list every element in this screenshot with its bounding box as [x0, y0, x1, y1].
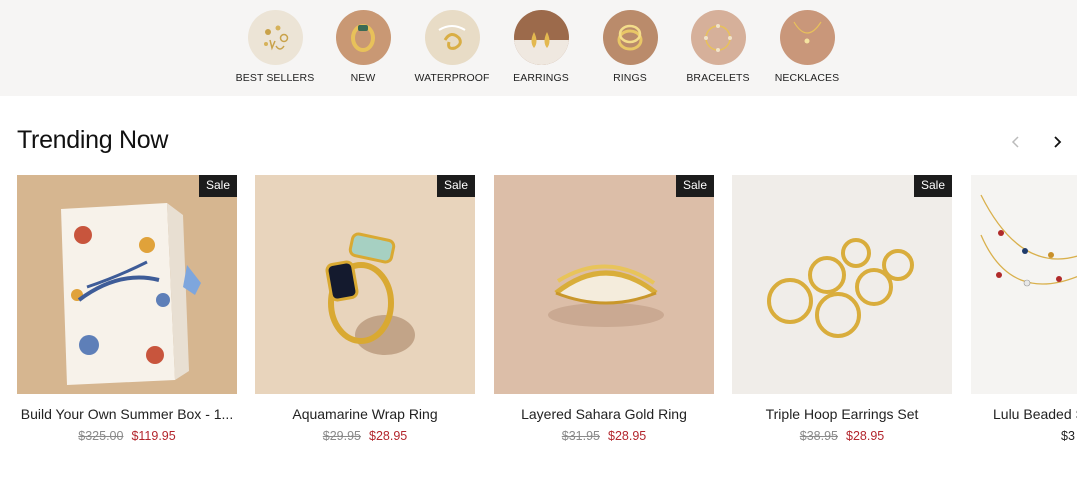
category-new[interactable]: NEW: [319, 10, 407, 84]
section-title: Trending Now: [17, 126, 169, 154]
sale-badge: Sale: [913, 175, 952, 197]
original-price: $38.95: [799, 429, 838, 443]
sahara-ring-icon: [494, 175, 714, 394]
product-prices: $31.95 $28.95: [494, 429, 714, 443]
product-image[interactable]: [971, 175, 1077, 394]
original-price: $31.95: [561, 429, 600, 443]
sale-price: $119.95: [131, 429, 176, 443]
category-earrings[interactable]: EARRINGS: [497, 10, 585, 84]
sale-price: $3: [1061, 429, 1075, 443]
gold-drop-earrings-icon: [513, 10, 569, 65]
category-label: BRACELETS: [686, 72, 750, 84]
product-title[interactable]: Triple Hoop Earrings Set: [732, 405, 952, 423]
product-prices: $3: [971, 429, 1077, 443]
gold-spiral-earring-icon: [424, 10, 480, 65]
hoop-earrings-icon: [732, 175, 952, 394]
product-card[interactable]: Sale Aquamarine Wrap Ring $29.95 $28.95: [255, 175, 475, 443]
category-bracelets[interactable]: BRACELETS: [674, 10, 762, 84]
sale-price: $28.95: [608, 429, 647, 443]
product-card[interactable]: Sale Triple Hoop Earrings Set $38.95 $28.…: [732, 175, 952, 443]
product-image[interactable]: Sale: [494, 175, 714, 394]
original-price: $325.00: [78, 429, 124, 443]
sale-price: $28.95: [846, 429, 885, 443]
carousel-next-button[interactable]: [1045, 130, 1069, 154]
product-card[interactable]: Sale Layered Sahara Gold Ring $31.95 $28.…: [494, 175, 714, 443]
gold-chain-ring-icon: [335, 10, 391, 65]
chevron-left-icon: [1011, 136, 1019, 148]
category-rings[interactable]: RINGS: [586, 10, 674, 84]
carousel-prev-button[interactable]: [1004, 130, 1028, 154]
category-label: EARRINGS: [513, 72, 569, 84]
beaded-necklace-icon: [971, 175, 1077, 394]
category-label: BEST SELLERS: [235, 72, 315, 84]
sale-price: $28.95: [369, 429, 408, 443]
sale-badge: Sale: [675, 175, 714, 197]
category-bar: BEST SELLERS NEW WATERPROOF EARRINGS RIN…: [0, 0, 1077, 96]
category-label: NECKLACES: [774, 72, 840, 84]
product-prices: $38.95 $28.95: [732, 429, 952, 443]
product-image[interactable]: Sale: [732, 175, 952, 394]
gold-earrings-cluster-icon: [247, 10, 303, 65]
gold-pendant-necklace-icon: [779, 10, 835, 65]
product-image[interactable]: Sale: [17, 175, 237, 394]
product-image[interactable]: Sale: [255, 175, 475, 394]
gold-bead-bracelet-icon: [690, 10, 746, 65]
original-price: $29.95: [322, 429, 361, 443]
product-title[interactable]: Layered Sahara Gold Ring: [494, 405, 714, 423]
category-label: RINGS: [613, 72, 647, 84]
product-title[interactable]: Aquamarine Wrap Ring: [255, 405, 475, 423]
category-waterproof[interactable]: WATERPROOF: [408, 10, 496, 84]
product-prices: $29.95 $28.95: [255, 429, 475, 443]
product-title[interactable]: Build Your Own Summer Box - 1...: [17, 405, 237, 423]
category-best-sellers[interactable]: BEST SELLERS: [231, 10, 319, 84]
product-title[interactable]: Lulu Beaded S: [971, 405, 1077, 423]
product-prices: $325.00 $119.95: [17, 429, 237, 443]
wrap-ring-icon: [255, 175, 475, 394]
category-necklaces[interactable]: NECKLACES: [763, 10, 851, 84]
product-card[interactable]: Lulu Beaded S $3: [971, 175, 1077, 443]
chevron-right-icon: [1054, 136, 1062, 148]
category-label: NEW: [350, 72, 376, 84]
sale-badge: Sale: [436, 175, 475, 197]
sale-badge: Sale: [198, 175, 237, 197]
category-label: WATERPROOF: [414, 72, 490, 84]
summer-box-icon: [17, 175, 237, 394]
product-card[interactable]: Sale Build Your Own Summer Box - 1... $3…: [17, 175, 237, 443]
gold-stacked-rings-icon: [602, 10, 658, 65]
